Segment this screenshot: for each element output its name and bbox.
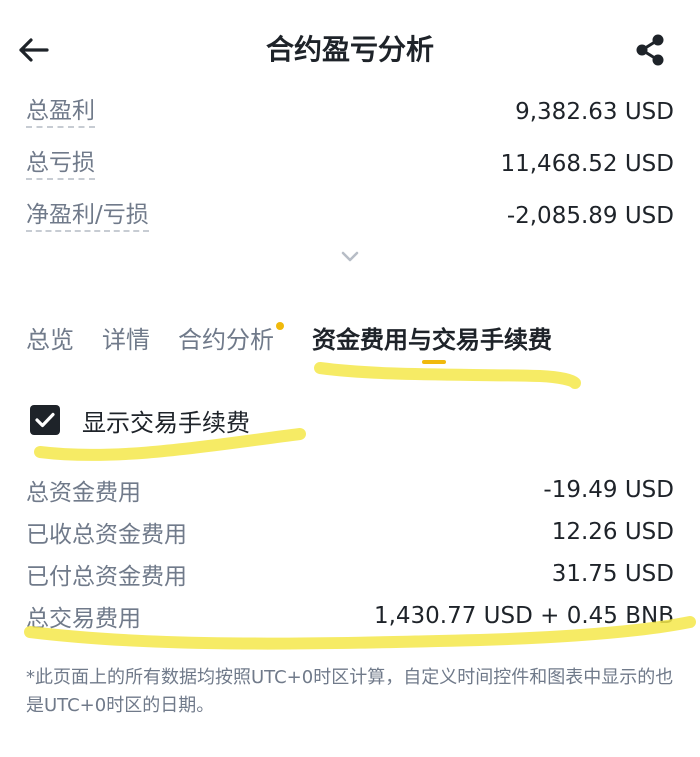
summary-value: -2,085.89 USD [506,203,674,229]
summary-label[interactable]: 总亏损 [26,148,95,180]
tab-details[interactable]: 详情 [102,320,150,360]
fee-row-received-funding: 已收总资金费用 12.26 USD [26,515,674,549]
fee-value: 12.26 USD [551,519,674,545]
checkmark-icon [35,412,55,428]
summary-label[interactable]: 总盈利 [26,96,95,128]
chevron-down-icon [341,251,359,262]
tab-label: 合约分析 [178,326,274,354]
fee-row-total-trading-fees: 总交易费用 1,430.77 USD + 0.45 BNB [26,599,674,633]
highlight-stroke-tab [314,362,581,389]
tab-contract-analysis[interactable]: 合约分析 [178,320,284,360]
header: 合约盈亏分析 [0,0,700,95]
checkbox[interactable] [30,405,60,435]
summary-value: 9,382.63 USD [515,99,674,125]
summary-row-net-pnl: 净盈利/亏损 -2,085.89 USD [26,198,674,234]
share-icon [636,34,664,66]
summary-label[interactable]: 净盈利/亏损 [26,200,149,232]
page: 合约盈亏分析 总盈利 9,382.63 USD 总亏损 11,468.52 US… [0,0,700,757]
active-tab-indicator [422,360,446,364]
summary-row-total-loss: 总亏损 11,468.52 USD [26,146,674,182]
page-title: 合约盈亏分析 [265,33,434,66]
expand-button[interactable] [336,246,364,268]
tab-label: 资金费用与交易手续费 [312,326,552,354]
tab-overview[interactable]: 总览 [26,320,74,360]
fee-value: 1,430.77 USD + 0.45 BNB [373,603,674,629]
summary-value: 11,468.52 USD [500,151,674,177]
tab-bar: 总览 详情 合约分析 资金费用与交易手续费 [26,318,552,364]
fee-label: 已收总资金费用 [26,522,187,548]
fee-value: -19.49 USD [543,477,674,503]
fee-label: 总交易费用 [26,606,141,632]
footnote: *此页面上的所有数据均按照UTC+0时区计算，自定义时间控件和图表中显示的也是U… [26,667,674,716]
share-button[interactable] [628,28,672,72]
tab-funding-and-fees[interactable]: 资金费用与交易手续费 [312,320,552,364]
fee-label: 已付总资金费用 [26,564,187,590]
notification-dot [276,322,284,330]
fee-row-total-funding: 总资金费用 -19.49 USD [26,473,674,507]
summary-row-total-profit: 总盈利 9,382.63 USD [26,94,674,130]
fee-value: 31.75 USD [551,561,674,587]
fee-label: 总资金费用 [26,480,141,506]
show-fees-toggle[interactable]: 显示交易手续费 [30,400,250,440]
checkbox-label: 显示交易手续费 [82,408,250,437]
fee-row-paid-funding: 已付总资金费用 31.75 USD [26,557,674,591]
